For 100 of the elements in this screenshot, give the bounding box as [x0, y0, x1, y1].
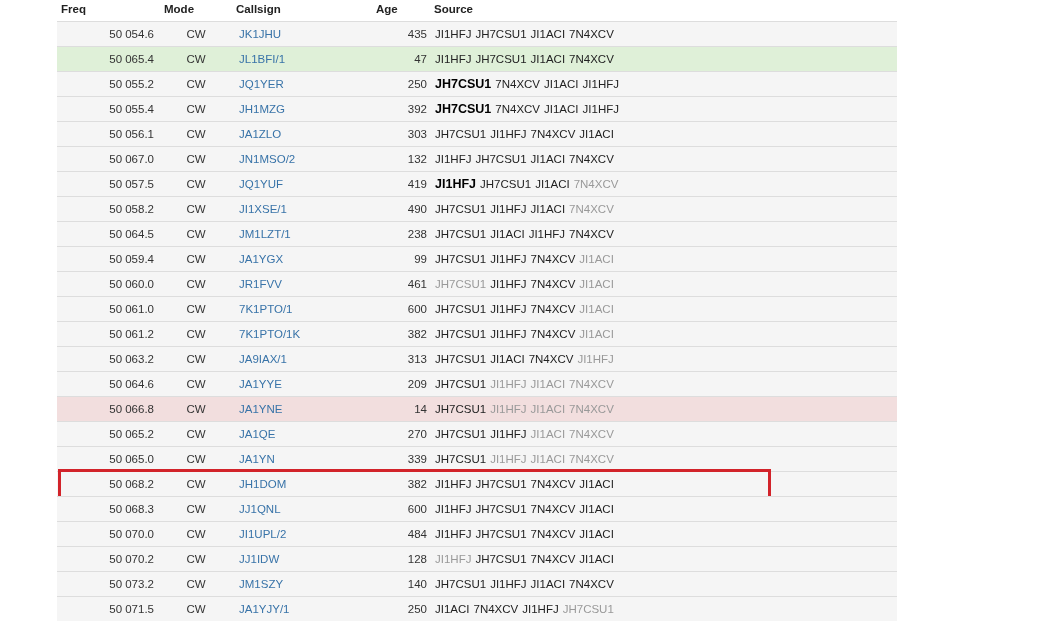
source-callsign: JH7CSU1 — [435, 328, 487, 340]
callsign-link[interactable]: JR1FVV — [232, 278, 372, 290]
age-cell-text: 238 — [406, 228, 428, 240]
source-callsign: JI1HFJ — [490, 428, 527, 440]
source-callsign: 7N4XCV — [569, 53, 614, 65]
source-callsign: JI1ACI — [530, 203, 566, 215]
callsign-link[interactable]: JK1JHU — [232, 28, 372, 40]
source-callsign: 7N4XCV — [569, 428, 614, 440]
source-callsign: JI1HFJ — [490, 303, 527, 315]
mode-cell-text: CW — [185, 503, 207, 515]
source-callsign: JH7CSU1 — [435, 77, 492, 91]
source-callsign: JI1ACI — [579, 253, 614, 265]
age-cell-text: 128 — [406, 553, 428, 565]
source-callsign: JH7CSU1 — [475, 553, 527, 565]
age-cell-text: 435 — [406, 28, 428, 40]
source-callsign: JI1ACI — [579, 328, 614, 340]
frequency-cell-text: 50 064.6 — [108, 378, 155, 390]
callsign-link[interactable]: JI1UPL/2 — [232, 528, 372, 540]
source-callsign: JI1HFJ — [490, 253, 527, 265]
callsign-link[interactable]: JA1YGX — [232, 253, 372, 265]
column-header: Age — [375, 3, 399, 15]
source-callsign: JI1ACI — [530, 428, 566, 440]
callsign-link[interactable]: 7K1PTO/1K — [232, 328, 372, 340]
callsign-link[interactable]: JH1MZG — [232, 103, 372, 115]
callsign-link[interactable]: JA1YNE — [232, 403, 372, 415]
source-callsign: JI1ACI — [530, 153, 566, 165]
source-callsign: 7N4XCV — [569, 228, 614, 240]
source-callsign: JH7CSU1 — [435, 428, 487, 440]
source-callsign: JI1ACI — [579, 128, 614, 140]
source-callsign: JI1ACI — [579, 478, 614, 490]
age-cell-text: 140 — [406, 578, 428, 590]
callsign-link[interactable]: 7K1PTO/1 — [232, 303, 372, 315]
source-callsign: JH7CSU1 — [435, 203, 487, 215]
frequency-cell-text: 50 065.4 — [108, 53, 155, 65]
source-callsign: JI1ACI — [530, 453, 566, 465]
age-cell-text: 382 — [406, 478, 428, 490]
source-callsign: JI1HFJ — [490, 328, 527, 340]
frequency-cell-text: 50 055.4 — [108, 103, 155, 115]
age-cell-text: 339 — [406, 453, 428, 465]
callsign-link[interactable]: JI1XSE/1 — [232, 203, 372, 215]
callsign-link[interactable]: JA1QE — [232, 428, 372, 440]
callsign-link[interactable]: JM1SZY — [232, 578, 372, 590]
age-cell-text: 14 — [413, 403, 428, 415]
mode-cell-text: CW — [185, 28, 207, 40]
source-callsign: JI1HFJ — [435, 528, 472, 540]
callsign-link[interactable]: JL1BFI/1 — [232, 53, 372, 65]
source-callsign: JI1HFJ — [522, 603, 559, 615]
age-cell-text: 132 — [406, 153, 428, 165]
source-callsign: JI1HFJ — [490, 403, 527, 415]
source-callsign: JI1HFJ — [435, 177, 476, 191]
source-callsign: JI1HFJ — [490, 128, 527, 140]
source-callsign: JI1ACI — [490, 353, 525, 365]
age-cell-text: 490 — [406, 203, 428, 215]
source-callsign: JI1ACI — [530, 28, 566, 40]
frequency-cell-text: 50 065.2 — [108, 428, 155, 440]
mode-cell-text: CW — [185, 178, 207, 190]
callsign-link[interactable]: JA1YJY/1 — [232, 603, 372, 615]
callsign-link[interactable]: JN1MSO/2 — [232, 153, 372, 165]
callsign-link[interactable]: JH1DOM — [232, 478, 372, 490]
source-callsign: JH7CSU1 — [475, 528, 527, 540]
callsign-link[interactable]: JA9IAX/1 — [232, 353, 372, 365]
callsign-link[interactable]: JJ1IDW — [232, 553, 372, 565]
callsign-link[interactable]: JQ1YUF — [232, 178, 372, 190]
source-callsign: JI1HFJ — [582, 103, 619, 115]
frequency-cell-text: 50 060.0 — [108, 278, 155, 290]
frequency-cell-text: 50 073.2 — [108, 578, 155, 590]
frequency-cell-text: 50 055.2 — [108, 78, 155, 90]
mode-cell-text: CW — [185, 128, 207, 140]
callsign-link[interactable]: JM1LZT/1 — [232, 228, 372, 240]
source-callsign: JI1HFJ — [528, 228, 566, 240]
source-callsign: JH7CSU1 — [435, 578, 487, 590]
callsign-link[interactable]: JA1YN — [232, 453, 372, 465]
column-header: Freq — [60, 3, 87, 15]
source-callsign: JI1ACI — [530, 53, 566, 65]
source-callsign: 7N4XCV — [573, 178, 619, 190]
frequency-cell-text: 50 056.1 — [108, 128, 155, 140]
callsign-link[interactable]: JA1YYE — [232, 378, 372, 390]
age-cell-text: 99 — [413, 253, 428, 265]
mode-cell-text: CW — [185, 353, 207, 365]
mode-cell-text: CW — [185, 428, 207, 440]
age-cell-text: 250 — [406, 603, 428, 615]
column-header: Callsign — [235, 3, 282, 15]
source-callsign: JH7CSU1 — [435, 453, 487, 465]
source-callsign: JI1ACI — [579, 528, 614, 540]
source-callsign: 7N4XCV — [495, 103, 541, 115]
source-callsign: JI1HFJ — [490, 278, 527, 290]
source-callsign: JI1HFJ — [435, 153, 472, 165]
callsign-link[interactable]: JJ1QNL — [232, 503, 372, 515]
mode-cell-text: CW — [185, 403, 207, 415]
mode-cell-text: CW — [185, 103, 207, 115]
source-callsign: JI1HFJ — [490, 578, 527, 590]
frequency-cell-text: 50 070.0 — [108, 528, 155, 540]
mode-cell-text: CW — [185, 528, 207, 540]
frequency-cell-text: 50 068.3 — [108, 503, 155, 515]
callsign-link[interactable]: JA1ZLO — [232, 128, 372, 140]
source-callsign: JH7CSU1 — [435, 303, 487, 315]
callsign-link[interactable]: JQ1YER — [232, 78, 372, 90]
source-callsign: JH7CSU1 — [480, 178, 532, 190]
source-callsign: JI1HFJ — [435, 478, 472, 490]
frequency-cell-text: 50 066.8 — [108, 403, 155, 415]
